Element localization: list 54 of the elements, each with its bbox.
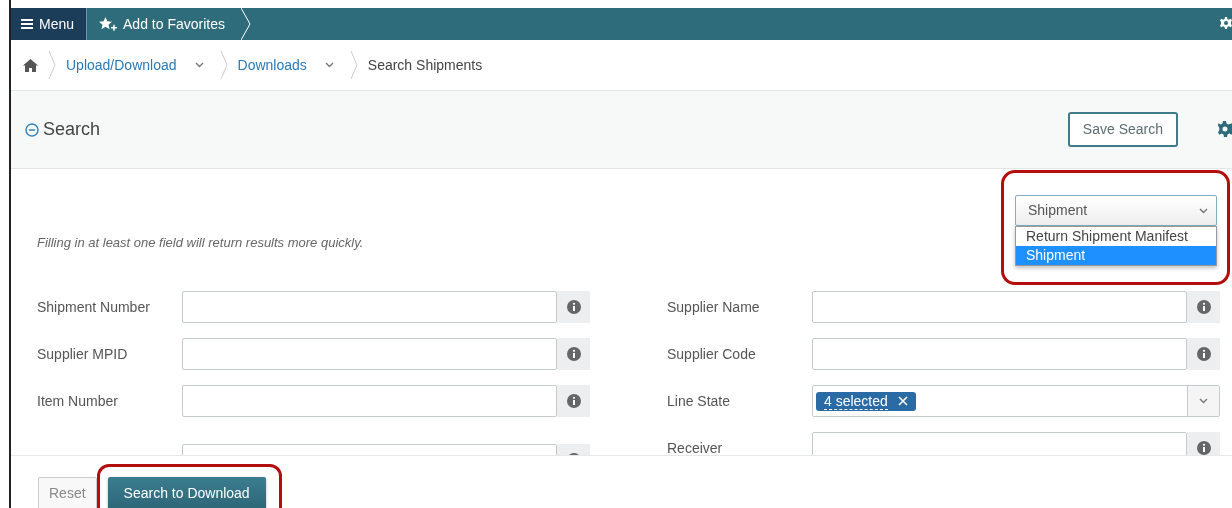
field-label: Supplier Name: [667, 297, 761, 317]
caret-icon: [1199, 398, 1208, 404]
dropdown-option[interactable]: Return Shipment Manifest: [1016, 227, 1216, 246]
reset-button[interactable]: Reset: [38, 477, 97, 508]
caret-icon: [194, 62, 204, 68]
field-label: Item Number: [37, 391, 119, 411]
info-button[interactable]: [1187, 338, 1220, 370]
field-label: Line State: [667, 391, 732, 411]
menu-button[interactable]: Menu: [11, 8, 87, 40]
info-button[interactable]: [557, 338, 590, 370]
save-search-button[interactable]: Save Search: [1067, 112, 1178, 147]
input-field[interactable]: [182, 291, 557, 323]
info-icon: [1196, 441, 1211, 455]
selection-tag[interactable]: 4 selected: [816, 391, 916, 411]
info-icon: [1196, 300, 1211, 314]
multiselect-field[interactable]: 4 selected: [812, 385, 1220, 417]
input-field[interactable]: [812, 291, 1187, 323]
field-label: Supplier MPID: [37, 344, 129, 364]
settings-icon: [1218, 120, 1232, 139]
add-to-favorites-button[interactable]: Add to Favorites: [86, 8, 241, 40]
home-icon: [23, 58, 38, 72]
breadcrumb-link[interactable]: Upload/Download: [66, 54, 177, 76]
breadcrumb-separator-icon: [48, 50, 56, 80]
close-icon: [897, 396, 908, 406]
type-select[interactable]: Shipment: [1015, 195, 1217, 226]
field-label: Shipment Number: [37, 297, 151, 317]
input-field[interactable]: [182, 385, 557, 417]
settings-icon: [1220, 17, 1232, 31]
info-button[interactable]: [557, 385, 590, 417]
info-icon: [566, 394, 581, 408]
field-label: Supplier Code: [667, 344, 757, 364]
menu-icon: [21, 19, 33, 29]
info-button[interactable]: [1187, 291, 1220, 323]
input-field[interactable]: [812, 338, 1187, 370]
hint-text: Filling in at least one field will return results more quickly.: [37, 234, 364, 252]
info-button[interactable]: [1187, 432, 1220, 455]
input-field[interactable]: [182, 338, 557, 370]
breadcrumb-separator-icon: [219, 50, 228, 80]
field-label: Receiver: [667, 438, 724, 455]
info-icon: [566, 347, 581, 361]
input-field[interactable]: [812, 432, 1187, 455]
info-button[interactable]: [557, 291, 590, 323]
breadcrumb-current: Search Shipments: [367, 55, 483, 75]
breadcrumb-separator-icon: [349, 50, 358, 80]
caret-icon: [1199, 207, 1208, 214]
chevron-divider-icon: [240, 8, 251, 40]
breadcrumb-link[interactable]: Downloads: [237, 54, 307, 76]
info-icon: [1196, 347, 1211, 361]
star-plus-icon: [99, 17, 118, 31]
caret-icon: [324, 62, 334, 68]
search-button[interactable]: Search to Download: [107, 477, 266, 508]
panel-title: Search: [43, 118, 101, 141]
dropdown-option[interactable]: Shipment: [1016, 246, 1216, 265]
info-icon: [566, 300, 581, 314]
